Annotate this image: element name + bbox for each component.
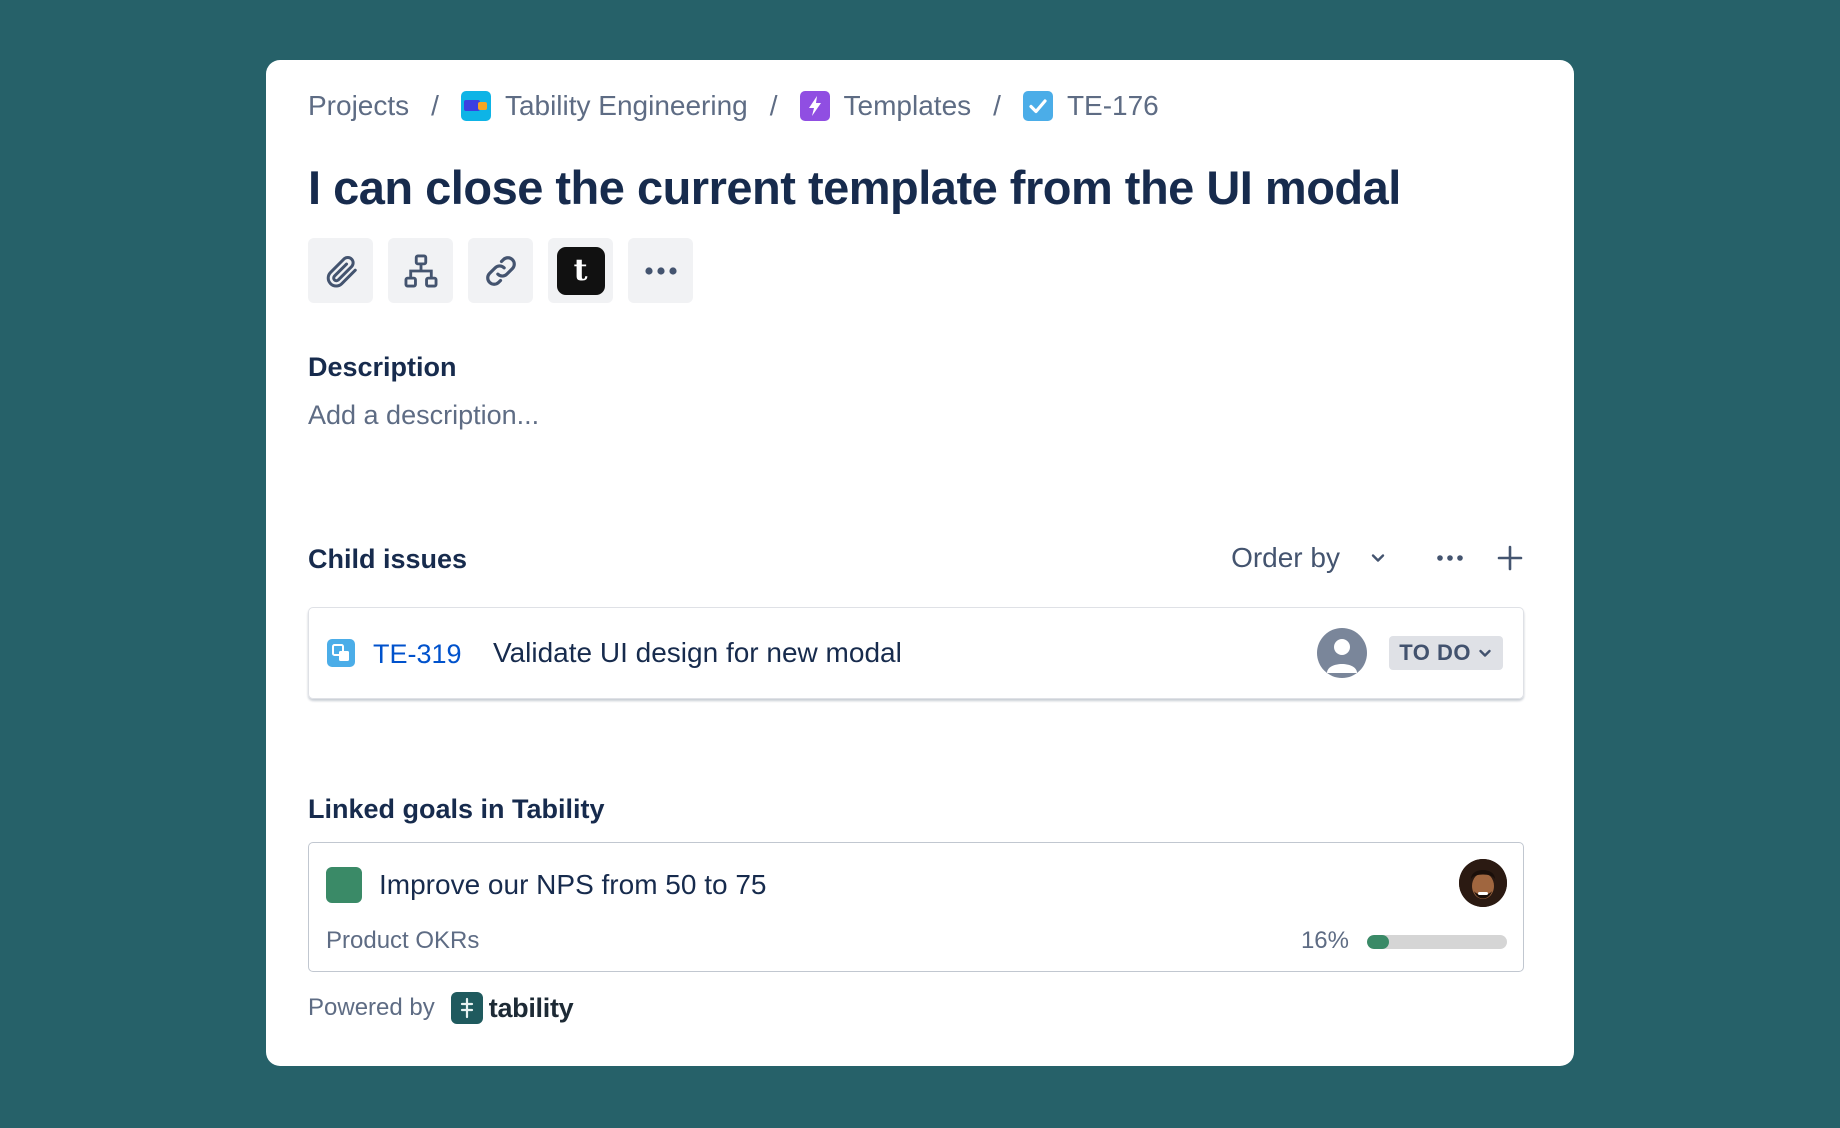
tability-wordmark[interactable]: tability <box>489 993 574 1024</box>
child-issues-controls: Order by <box>1231 542 1524 574</box>
goal-status-icon <box>326 867 362 903</box>
chevron-down-icon <box>1479 649 1491 657</box>
breadcrumb-separator: / <box>769 90 778 121</box>
breadcrumb: Projects / Tability Engineering / Templa… <box>308 90 1159 122</box>
more-actions-button[interactable] <box>628 238 693 303</box>
add-child-issue-button[interactable] <box>1496 544 1524 572</box>
linked-goal-card[interactable]: Improve our NPS from 50 to 75 Product OK… <box>308 842 1524 972</box>
linked-goals-heading: Linked goals in Tability <box>308 794 605 824</box>
powered-by-label: Powered by <box>308 994 435 1021</box>
breadcrumb-issue-key[interactable]: TE-176 <box>1022 90 1159 122</box>
description-field[interactable]: Add a description... <box>308 400 539 431</box>
breadcrumb-separator: / <box>431 90 439 121</box>
hierarchy-icon <box>404 254 437 287</box>
add-child-button[interactable] <box>388 238 453 303</box>
goal-progress-percent: 16% <box>1300 927 1349 954</box>
paperclip-icon <box>326 255 357 287</box>
breadcrumb-epic[interactable]: Templates <box>799 90 971 122</box>
status-dropdown[interactable]: TO DO <box>1389 636 1503 670</box>
goal-title[interactable]: Improve our NPS from 50 to 75 <box>379 869 767 901</box>
breadcrumb-separator: / <box>993 90 1001 121</box>
order-by-dropdown[interactable]: Order by <box>1231 542 1388 574</box>
issue-title[interactable]: I can close the current template from th… <box>308 160 1401 215</box>
plus-icon <box>1497 545 1523 571</box>
child-issue-summary[interactable]: Validate UI design for new modal <box>493 637 902 669</box>
child-issue-row[interactable]: TE-319 Validate UI design for new modal … <box>308 607 1524 699</box>
epic-lightning-icon <box>799 91 830 121</box>
more-icon <box>644 266 677 275</box>
breadcrumb-project[interactable]: Tability Engineering <box>460 90 748 122</box>
child-issues-heading: Child issues <box>308 544 468 574</box>
more-icon <box>1437 555 1463 561</box>
issue-toolbar: t <box>308 238 693 303</box>
subtask-icon <box>327 639 355 667</box>
goal-progress-fill <box>1367 935 1390 949</box>
tability-app-icon: t <box>556 246 605 295</box>
description-heading: Description <box>308 352 457 382</box>
tability-logo-icon <box>450 992 483 1024</box>
goal-plan-name: Product OKRs <box>326 927 480 954</box>
goal-progress-bar <box>1367 935 1507 949</box>
status-label: TO DO <box>1399 640 1471 665</box>
issue-card: Projects / Tability Engineering / Templa… <box>266 60 1574 1066</box>
goal-owner-avatar <box>1459 859 1507 907</box>
chevron-down-icon <box>1371 554 1385 562</box>
breadcrumb-projects[interactable]: Projects <box>308 90 409 122</box>
link-icon <box>485 255 516 286</box>
task-checkbox-icon <box>1022 91 1053 121</box>
child-issue-key[interactable]: TE-319 <box>373 639 462 670</box>
tability-app-button[interactable]: t <box>548 238 613 303</box>
child-issues-more-button[interactable] <box>1436 554 1464 562</box>
link-issue-button[interactable] <box>468 238 533 303</box>
attach-button[interactable] <box>308 238 373 303</box>
project-icon <box>460 91 491 121</box>
powered-by: Powered by tability <box>308 992 574 1024</box>
order-by-label: Order by <box>1231 542 1340 573</box>
unassigned-avatar-icon[interactable] <box>1317 628 1367 678</box>
